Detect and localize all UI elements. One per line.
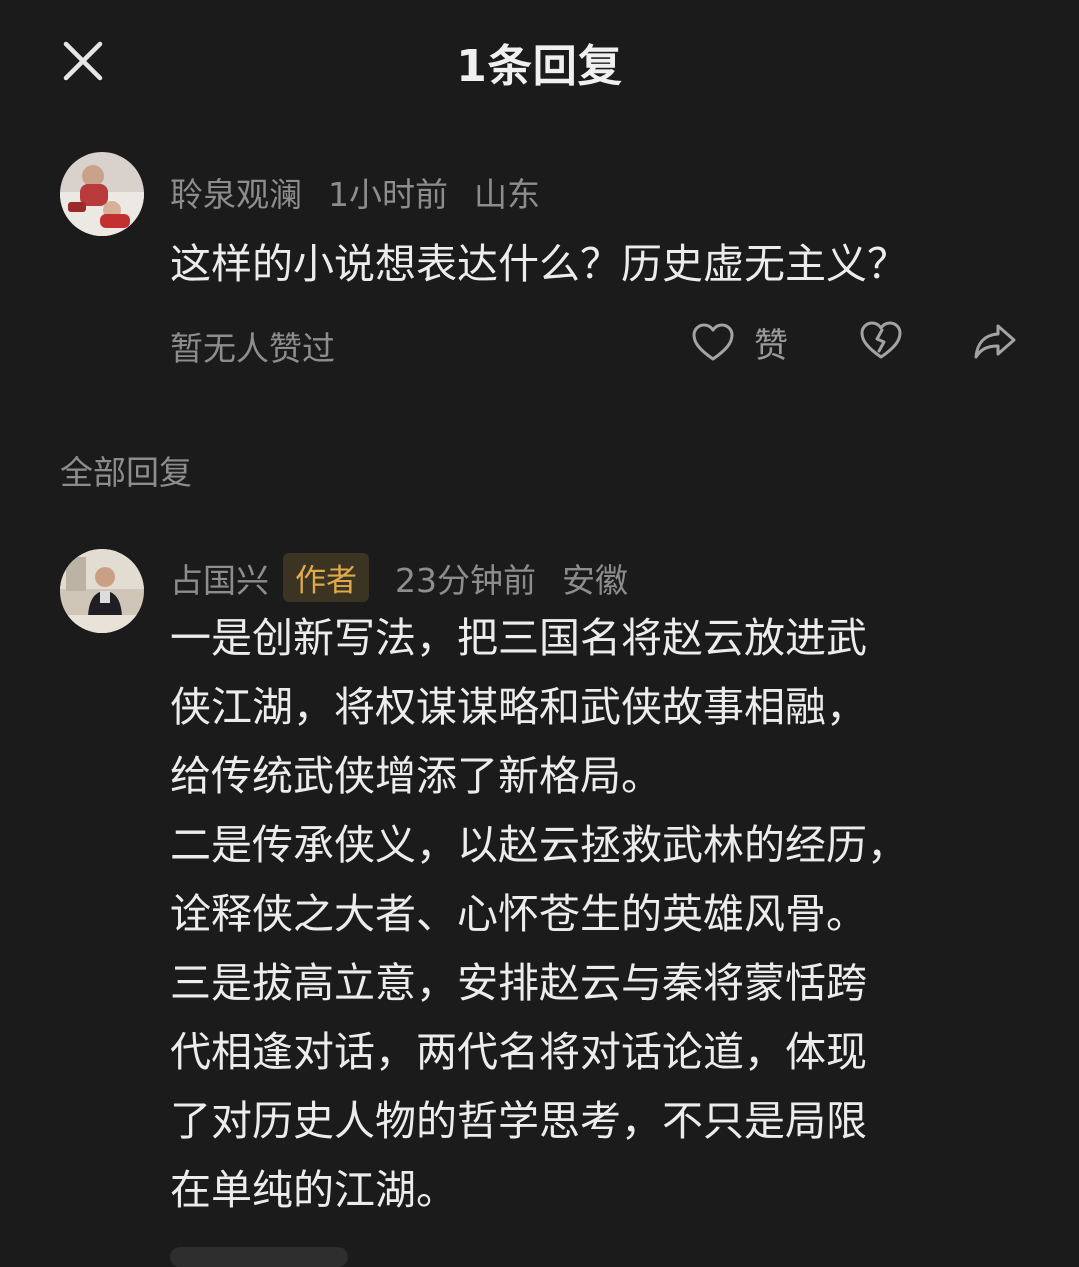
reply-line: 二是传承侠义，以赵云拯救武林的经历， [170, 821, 908, 869]
dislike-button[interactable] [858, 318, 904, 364]
reply-line: 三是拔高立意，安排赵云与秦将蒙恬跨 [170, 959, 867, 1007]
reply-line: 诠释侠之大者、心怀苍生的英雄风骨。 [170, 890, 867, 938]
heart-icon [692, 323, 734, 360]
avatar-photo [60, 549, 144, 633]
broken-heart-icon [860, 321, 902, 359]
comment-meta: 聆泉观澜 1小时前 山东 [170, 168, 566, 216]
comment-username[interactable]: 聆泉观澜 [170, 168, 302, 216]
reply-time: 23分钟前 [395, 560, 536, 600]
reply-line: 代相逢对话，两代名将对话论道，体现 [170, 1028, 867, 1076]
all-replies-label: 全部回复 [60, 453, 192, 492]
reply-location: 安徽 [562, 560, 628, 600]
avatar[interactable] [60, 549, 144, 633]
reply-line: 在单纯的江湖。 [170, 1166, 457, 1214]
comment-text: 这样的小说想表达什么？历史虚无主义？ [170, 240, 908, 288]
reply-text: 一是创新写法，把三国名将赵云放进武 侠江湖，将权谋谋略和武侠故事相融， 给传统武… [170, 604, 1040, 1225]
no-likes-text: 暂无人赞过 [170, 329, 335, 368]
author-badge: 作者 [283, 553, 369, 602]
reply-line: 侠江湖，将权谋谋略和武侠故事相融， [170, 683, 867, 731]
collapsed-footer-pill[interactable] [170, 1247, 348, 1267]
page-title: 1条回复 [456, 41, 623, 92]
reply-line: 了对历史人物的哲学思考，不只是局限 [170, 1097, 867, 1145]
reply-meta: 占国兴 作者 23分钟前 安徽 [170, 553, 654, 602]
share-icon [974, 324, 1016, 359]
comment-actions: 赞 [690, 318, 1030, 370]
avatar[interactable] [60, 152, 144, 236]
reply-line: 给传统武侠增添了新格局。 [170, 752, 662, 800]
like-label: 赞 [754, 326, 788, 366]
like-button[interactable]: 赞 [690, 318, 788, 367]
avatar-photo [60, 152, 144, 236]
share-button[interactable] [972, 318, 1018, 364]
comment-location: 山东 [474, 175, 540, 214]
header: 1条回复 [0, 0, 1079, 124]
comment-time: 1小时前 [328, 175, 448, 214]
reply-username[interactable]: 占国兴 [170, 554, 269, 602]
reply-line: 一是创新写法，把三国名将赵云放进武 [170, 614, 867, 662]
